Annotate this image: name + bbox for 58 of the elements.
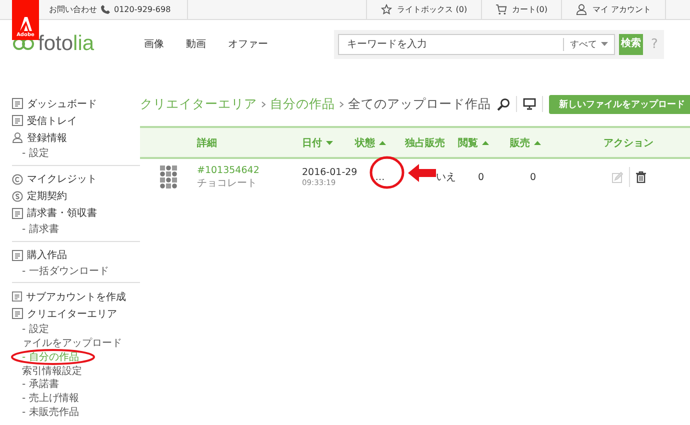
sidebar-item[interactable]: 登録情報	[12, 129, 140, 146]
logo-rings-icon	[12, 38, 36, 50]
sidebar-item[interactable]: - 承諾書	[12, 378, 140, 392]
column-header: アクション	[602, 136, 654, 150]
monitor-icon[interactable]	[523, 98, 536, 110]
highlight-circle	[369, 156, 405, 189]
copyright-icon	[12, 174, 23, 185]
adobe-logo-icon	[20, 17, 32, 31]
top-link[interactable]: ライトボックス (0)	[366, 0, 482, 19]
sidebar-item[interactable]: 索引情報設定	[12, 364, 140, 378]
arrow-annotation	[408, 164, 436, 182]
sales-cell-text: 0	[530, 172, 538, 182]
phone-number: 0120-929-698	[114, 5, 171, 14]
sidebar-item[interactable]: - 一括ダウンロード	[12, 264, 140, 278]
star-icon	[381, 4, 392, 15]
fotolia-logo[interactable]: fotolia	[38, 32, 94, 56]
date-cell: 2016-01-29	[302, 167, 355, 178]
sidebar-item[interactable]: - 請求書	[12, 222, 140, 236]
views-cell-text: 0	[478, 172, 486, 182]
sidebar-item[interactable]: 購入作品	[12, 246, 140, 264]
top-link[interactable]: カート(0)	[481, 0, 562, 19]
nav-link[interactable]: 動画	[186, 37, 206, 51]
file-title: チョコレート	[197, 176, 258, 190]
s-circle-icon	[12, 190, 23, 202]
sidebar-item[interactable]: ダッシュボード	[12, 95, 140, 112]
cart-icon	[496, 4, 508, 15]
chevron-icon	[261, 100, 266, 108]
exclusive-cell-text: いえ	[436, 171, 456, 184]
person-icon	[12, 132, 23, 143]
contact-link[interactable]: お問い合わせ	[49, 4, 97, 15]
nav-link[interactable]: オファー	[228, 37, 268, 51]
scope-dropdown[interactable]: すべて	[563, 38, 614, 50]
document-icon	[12, 208, 23, 219]
sidebar-item[interactable]: - 設定	[12, 146, 140, 160]
page-title: 全てのアップロード作品	[348, 96, 491, 112]
nav-link[interactable]: 画像	[144, 37, 164, 51]
column-header: 独占販売	[405, 136, 446, 150]
search-field[interactable]: キーワードを入力 すべて	[338, 34, 615, 54]
top-link[interactable]: マイ アカウント	[561, 0, 666, 19]
sidebar-item[interactable]: 受信トレイ	[12, 112, 140, 129]
sidebar-item[interactable]: ァイルをアップロード	[12, 336, 140, 350]
sidebar-item[interactable]: - 設定	[12, 322, 140, 336]
trash-icon[interactable]	[636, 171, 646, 183]
thumbnail-drawing	[158, 165, 178, 189]
status-cell: …	[375, 172, 385, 182]
sidebar-item[interactable]: 定期契約	[12, 188, 140, 205]
sidebar-item[interactable]: クリエイターエリア	[12, 305, 140, 322]
caret-icon	[601, 42, 608, 46]
person-icon	[576, 4, 588, 15]
search-icon[interactable]	[497, 98, 510, 110]
sidebar-item[interactable]: - 売上げ情報	[12, 391, 140, 406]
column-header: 詳細	[197, 136, 218, 150]
sidebar-item[interactable]: 請求書・領収書	[12, 204, 140, 222]
sidebar-item[interactable]: マイクレジット	[12, 170, 140, 188]
phone-icon	[101, 5, 110, 14]
sidebar-item[interactable]: サブアカウントを作成	[12, 288, 140, 306]
chevron-icon	[339, 100, 344, 108]
sidebar-item[interactable]: - 未販売作品	[12, 405, 140, 419]
